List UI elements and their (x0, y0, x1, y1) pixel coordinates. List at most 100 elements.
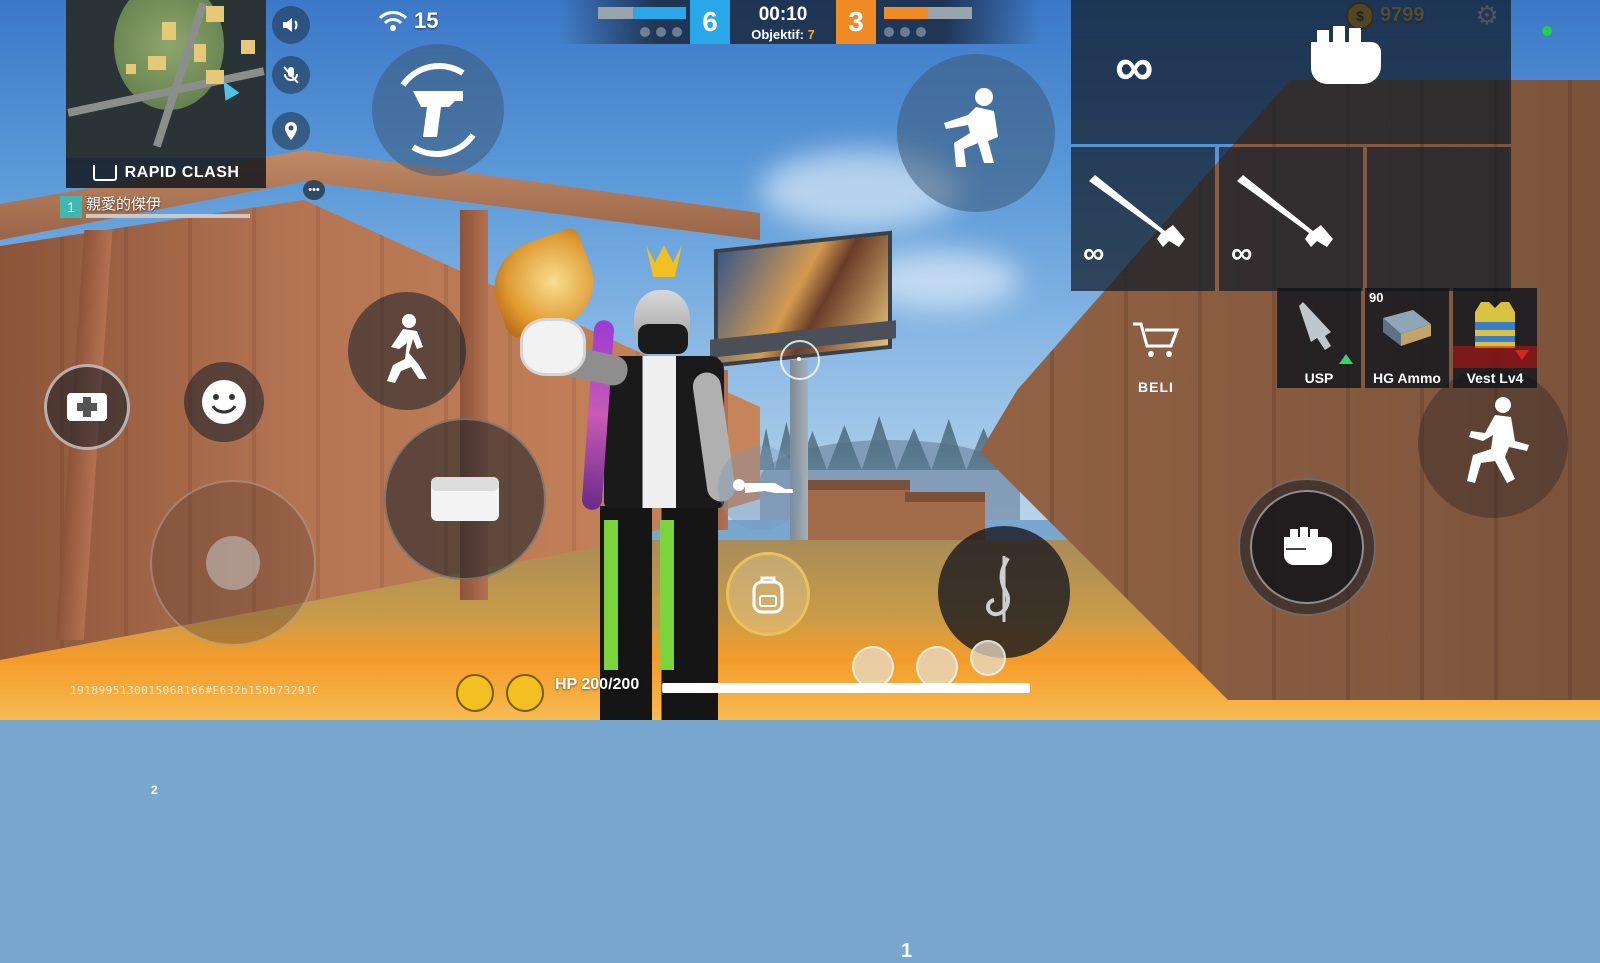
wifi-icon (378, 11, 408, 31)
weapon-slot-2[interactable]: ∞ (1219, 147, 1363, 291)
sprint-button[interactable] (348, 292, 466, 410)
round-dot (900, 27, 910, 37)
jump-icon (1467, 397, 1529, 483)
hp-bar (662, 683, 1030, 693)
grenade-icon (431, 477, 499, 521)
skill-button[interactable] (970, 640, 1006, 676)
slot-ammo: ∞ (1083, 237, 1105, 270)
teammate-marker[interactable] (916, 646, 958, 688)
minimap-building (206, 6, 224, 22)
hud: RAPID CLASH 1 親愛的傑伊 ••• 15 6 3 00:10 Obj… (0, 0, 1600, 962)
grenade-count: 1 (901, 940, 913, 962)
player-slot-number: 1 (60, 196, 82, 218)
crosshair (780, 340, 820, 380)
objective-value: 7 (807, 27, 815, 42)
mode-name: RAPID CLASH (124, 164, 240, 181)
orange-progress-fill (884, 7, 932, 19)
round-dot (640, 27, 650, 37)
ammo-infinite: ∞ (1115, 37, 1154, 97)
crouch-button[interactable] (897, 54, 1055, 212)
round-dot (916, 27, 926, 37)
orange-round-dots (884, 27, 926, 37)
music-note-icon (986, 556, 1011, 622)
grenade-button[interactable]: 1 (384, 418, 912, 962)
objective-label: Objektif: (751, 27, 804, 42)
upgrade-arrow-icon (1339, 354, 1353, 364)
loot-label: USP (1304, 370, 1334, 386)
minimap-building (241, 40, 255, 54)
speaker-icon (283, 18, 298, 32)
joystick-thumb[interactable] (206, 536, 260, 590)
speaker-button[interactable] (272, 6, 310, 44)
objective: Objektif: 7 (730, 27, 836, 42)
fire-button[interactable] (1238, 478, 1376, 616)
orange-progress-track (928, 7, 972, 19)
session-id: 1918995130015068166#E632b150b73291C (70, 684, 320, 697)
player-name: 親愛的傑伊 (86, 196, 162, 213)
round-dot (656, 27, 666, 37)
loot-label: Vest Lv4 (1466, 370, 1524, 386)
loot-label: HG Ammo (1373, 370, 1441, 386)
heal-count: 2 (151, 783, 158, 797)
prone-button[interactable] (718, 446, 802, 530)
network-status: 15 (378, 8, 438, 34)
helmet-icon (456, 674, 494, 712)
shop-button[interactable]: BELI (1126, 320, 1186, 395)
vest-icon (1475, 302, 1515, 348)
minimap-building (148, 56, 166, 70)
cart-icon (92, 165, 117, 181)
blue-round-dots (640, 27, 682, 37)
weapon-slot-3[interactable] (1367, 147, 1511, 291)
loot-item[interactable]: Vest Lv4 (1453, 288, 1537, 388)
map-marker-button[interactable] (272, 112, 310, 150)
minimap-building (126, 64, 136, 74)
prone-icon (733, 479, 793, 493)
connection-dot (1542, 26, 1552, 36)
round-dot (884, 27, 894, 37)
ammo-box-icon (1383, 310, 1431, 346)
orange-team-score: 3 (836, 0, 876, 44)
fire-button-inner[interactable] (1250, 490, 1364, 604)
crouch-icon (944, 88, 998, 167)
ping-value: 15 (414, 8, 439, 33)
loot-count: 90 (1369, 290, 1384, 305)
blue-team-score: 6 (690, 0, 730, 44)
jump-button[interactable] (1418, 368, 1568, 518)
blue-progress-fill (633, 7, 686, 19)
round-dot (672, 27, 682, 37)
movement-joystick[interactable] (150, 480, 316, 646)
match-timer: 00:10 (758, 4, 808, 25)
shop-label: BELI (1138, 379, 1174, 395)
music-button[interactable] (938, 526, 1070, 658)
minimap-building (194, 44, 206, 62)
mic-muted-icon (283, 66, 299, 84)
loot-item[interactable]: 90 HG Ammo (1365, 288, 1449, 388)
slot-ammo: ∞ (1231, 237, 1253, 270)
hp-label: HP 200/200 (555, 676, 640, 693)
pistol-swap-icon (400, 63, 476, 157)
backpack-icon (752, 576, 784, 614)
fist-icon (1311, 26, 1381, 84)
chat-bubble-icon: ••• (308, 184, 320, 196)
downgrade-highlight (1453, 346, 1537, 368)
teammate-marker[interactable] (852, 646, 894, 688)
vest-status-icon (506, 674, 544, 712)
player-health-bar (86, 214, 250, 218)
mic-button[interactable] (272, 56, 310, 94)
active-weapon-panel[interactable]: ∞ (1071, 0, 1511, 144)
location-pin-icon (285, 122, 297, 140)
smile-icon (202, 380, 246, 424)
backpack-button[interactable] (726, 552, 810, 636)
minimap-building (162, 22, 176, 40)
loot-item[interactable]: USP (1277, 288, 1361, 388)
emote-button[interactable] (184, 362, 264, 442)
run-icon (387, 314, 427, 383)
medkit-icon (67, 393, 107, 421)
fist-icon (1284, 527, 1332, 565)
heal-button[interactable]: 2 (44, 364, 158, 797)
swap-weapon-button[interactable] (372, 44, 504, 176)
quick-chat-button[interactable]: ••• (303, 180, 325, 200)
weapon-slot-1[interactable]: ∞ (1071, 147, 1215, 291)
mode-label: RAPID CLASH (66, 158, 266, 188)
minimap[interactable] (66, 0, 266, 158)
